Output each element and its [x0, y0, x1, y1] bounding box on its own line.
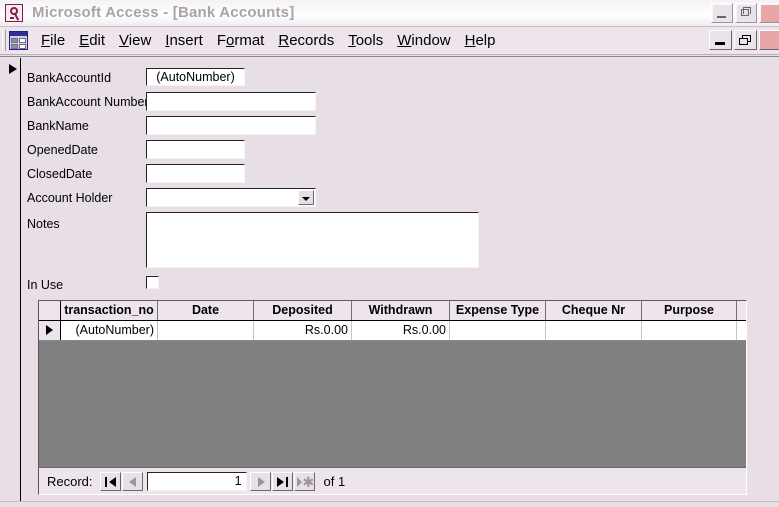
column-header-cheque-nr[interactable]: Cheque Nr: [546, 301, 642, 320]
label-opened-date: OpenedDate: [27, 143, 98, 157]
cell-transaction-no[interactable]: (AutoNumber): [61, 321, 158, 340]
chevron-down-icon[interactable]: [298, 190, 314, 205]
minimize-icon: [715, 42, 725, 45]
document-restore-button[interactable]: [734, 30, 757, 50]
column-header-transaction-no[interactable]: transaction_no: [61, 301, 158, 320]
menu-view[interactable]: View: [112, 30, 158, 52]
input-bank-name[interactable]: [146, 116, 316, 135]
record-navigator-label: Record:: [47, 473, 93, 489]
column-header-expense-type[interactable]: Expense Type: [450, 301, 546, 320]
column-header-deposited[interactable]: Deposited: [254, 301, 352, 320]
document-window-controls: [709, 30, 779, 50]
label-bank-account-number: BankAccount Number: [27, 95, 149, 109]
title-bar: Microsoft Access - [Bank Accounts]: [0, 0, 779, 27]
cell-date[interactable]: [158, 321, 254, 340]
new-record-icon: [296, 476, 302, 487]
minimize-button[interactable]: [711, 3, 733, 23]
label-in-use: In Use: [27, 278, 64, 292]
current-record-input[interactable]: 1: [146, 471, 247, 491]
menu-format[interactable]: Format: [210, 30, 272, 52]
menu-insert[interactable]: Insert: [158, 30, 210, 52]
access-key-icon: [5, 4, 23, 22]
restore-button[interactable]: [735, 3, 757, 23]
menu-edit[interactable]: Edit: [72, 30, 112, 52]
menu-drag-grip[interactable]: [2, 30, 6, 51]
first-record-icon: [104, 476, 107, 487]
checkbox-in-use[interactable]: [146, 276, 159, 289]
menu-file[interactable]: File: [34, 30, 72, 52]
table-row[interactable]: (AutoNumber) Rs.0.00 Rs.0.00: [39, 321, 746, 341]
input-bank-account-number[interactable]: [146, 92, 316, 111]
document-close-button[interactable]: [759, 30, 779, 50]
transactions-subform: transaction_no Date Deposited Withdrawn …: [38, 300, 747, 495]
input-bank-account-id[interactable]: (AutoNumber): [146, 68, 245, 86]
cell-withdrawn[interactable]: Rs.0.00: [352, 321, 450, 340]
current-record-arrow-icon: [9, 64, 17, 74]
close-button[interactable]: [759, 3, 779, 23]
cell-expense-type[interactable]: [450, 321, 546, 340]
window-controls: [711, 3, 779, 23]
first-record-button[interactable]: [99, 471, 121, 491]
bank-accounts-form: BankAccountId (AutoNumber) BankAccount N…: [0, 56, 779, 507]
transactions-datasheet: transaction_no Date Deposited Withdrawn …: [39, 301, 746, 341]
menu-bar: File Edit View Insert Format Records Too…: [0, 27, 779, 55]
new-record-button[interactable]: ✱: [293, 471, 315, 491]
input-notes[interactable]: [146, 212, 479, 268]
label-account-holder: Account Holder: [27, 191, 113, 205]
label-bank-account-id: BankAccountId: [27, 71, 112, 85]
last-record-button[interactable]: [271, 471, 293, 491]
menu-records[interactable]: Records: [271, 30, 341, 52]
next-record-icon: [257, 476, 265, 487]
document-minimize-button[interactable]: [709, 30, 732, 50]
window-title: Microsoft Access - [Bank Accounts]: [32, 4, 295, 21]
menu-help[interactable]: Help: [458, 30, 503, 52]
record-navigator: Record: 1 ✱ of 1: [39, 467, 746, 494]
input-closed-date[interactable]: [146, 164, 245, 183]
row-selector[interactable]: [39, 321, 61, 340]
cell-deposited[interactable]: Rs.0.00: [254, 321, 352, 340]
column-header-date[interactable]: Date: [158, 301, 254, 320]
datasheet-header-row: transaction_no Date Deposited Withdrawn …: [39, 301, 746, 321]
label-bank-name: BankName: [27, 119, 89, 133]
menu-window[interactable]: Window: [390, 30, 457, 52]
window-bottom-edge: [0, 501, 779, 507]
column-header-purpose[interactable]: Purpose: [642, 301, 737, 320]
cell-purpose[interactable]: [642, 321, 737, 340]
combo-account-holder[interactable]: [146, 188, 316, 207]
cell-cheque-nr[interactable]: [546, 321, 642, 340]
last-record-icon: [276, 476, 284, 487]
label-closed-date: ClosedDate: [27, 167, 93, 181]
menu-items: File Edit View Insert Format Records Too…: [34, 27, 503, 54]
input-opened-date[interactable]: [146, 140, 245, 159]
previous-record-button[interactable]: [121, 471, 143, 491]
minimize-icon: [717, 16, 726, 18]
next-record-button[interactable]: [249, 471, 271, 491]
datasheet-form-icon[interactable]: [9, 31, 28, 50]
record-count-label: of 1: [323, 473, 346, 489]
column-header-withdrawn[interactable]: Withdrawn: [352, 301, 450, 320]
access-application-window: Microsoft Access - [Bank Accounts] File …: [0, 0, 779, 507]
previous-record-icon: [128, 476, 136, 487]
current-row-arrow-icon: [46, 325, 53, 335]
form-record-selector[interactable]: [5, 58, 21, 506]
select-all-corner[interactable]: [39, 301, 61, 320]
menu-tools[interactable]: Tools: [341, 30, 390, 52]
label-notes: Notes: [27, 217, 60, 231]
